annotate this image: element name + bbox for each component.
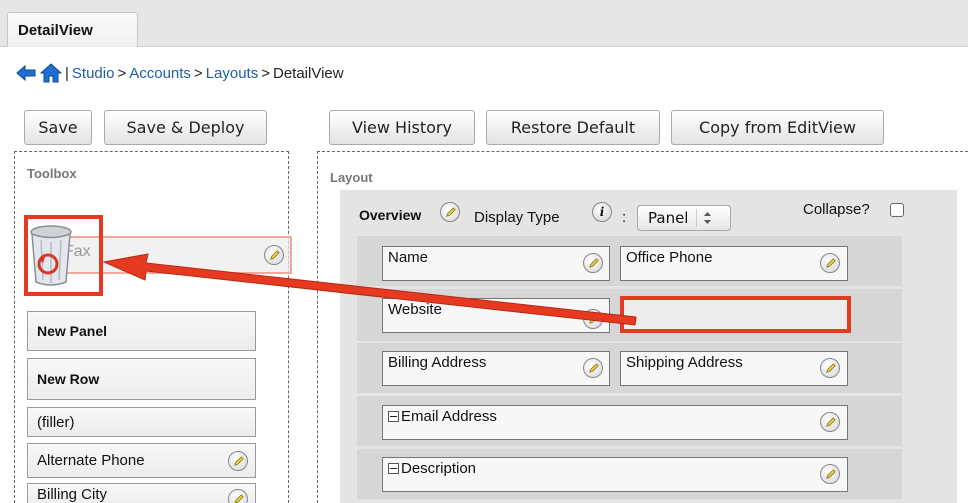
breadcrumb-layouts[interactable]: Layouts bbox=[206, 65, 259, 82]
toolbox-item[interactable]: Billing City bbox=[27, 483, 256, 503]
display-type-label: Display Type bbox=[474, 209, 560, 226]
copy-from-editview-button[interactable]: Copy from EditView bbox=[671, 110, 884, 145]
field-shipping-address[interactable]: Shipping Address bbox=[620, 351, 848, 386]
pencil-icon[interactable] bbox=[820, 412, 840, 432]
collapse-label: Collapse? bbox=[803, 201, 870, 218]
breadcrumb-sep: > bbox=[193, 64, 203, 82]
field-email-address[interactable]: Email Address bbox=[382, 405, 848, 440]
breadcrumb: | Studio > Accounts > Layouts > DetailVi… bbox=[15, 60, 344, 86]
pencil-icon[interactable] bbox=[820, 464, 840, 484]
pencil-icon[interactable] bbox=[820, 253, 840, 273]
breadcrumb-sep: > bbox=[117, 64, 127, 82]
field-name[interactable]: Name bbox=[382, 246, 610, 281]
display-type-colon: : bbox=[622, 209, 627, 226]
back-arrow-icon[interactable] bbox=[15, 64, 37, 82]
toolbox-title: Toolbox bbox=[27, 166, 77, 181]
home-separator: | bbox=[65, 64, 69, 82]
pencil-icon[interactable] bbox=[228, 489, 248, 503]
collapse-checkbox[interactable] bbox=[890, 203, 904, 217]
display-type-select[interactable]: Panel bbox=[637, 205, 731, 231]
pencil-icon[interactable] bbox=[440, 202, 460, 222]
toolbox-item-label: Billing City bbox=[37, 486, 108, 503]
tab-detailview[interactable]: DetailView bbox=[7, 12, 138, 47]
panel-name: Overview bbox=[359, 207, 422, 223]
breadcrumb-accounts[interactable]: Accounts bbox=[129, 65, 191, 82]
toolbox-item-label: Alternate Phone bbox=[37, 452, 145, 469]
layout-title: Layout bbox=[330, 170, 373, 185]
pencil-icon[interactable] bbox=[820, 358, 840, 378]
breadcrumb-current: DetailView bbox=[273, 64, 344, 82]
field-office-phone[interactable]: Office Phone bbox=[620, 246, 848, 281]
field-label: Office Phone bbox=[626, 249, 713, 266]
save-button[interactable]: Save bbox=[24, 110, 92, 145]
info-icon[interactable]: i bbox=[592, 202, 612, 222]
empty-field-slot[interactable] bbox=[620, 296, 851, 333]
home-icon[interactable] bbox=[40, 63, 62, 83]
display-type-value: Panel bbox=[648, 209, 689, 227]
pencil-icon[interactable] bbox=[583, 253, 603, 273]
pencil-icon[interactable] bbox=[228, 451, 248, 471]
tab-label: DetailView bbox=[18, 22, 93, 39]
field-label: Shipping Address bbox=[626, 354, 743, 371]
field-website[interactable]: Website bbox=[382, 298, 610, 333]
field-billing-address[interactable]: Billing Address bbox=[382, 351, 610, 386]
field-label: Description bbox=[401, 460, 477, 477]
field-description[interactable]: Description bbox=[382, 457, 848, 492]
trash-icon[interactable] bbox=[28, 224, 74, 293]
toolbox-item[interactable]: New Panel bbox=[27, 311, 256, 351]
toolbox-item[interactable]: New Row bbox=[27, 358, 256, 400]
restore-default-button[interactable]: Restore Default bbox=[486, 110, 660, 145]
breadcrumb-studio[interactable]: Studio bbox=[72, 65, 115, 82]
tab-bar bbox=[0, 0, 968, 47]
toolbox-item[interactable]: (filler) bbox=[27, 407, 256, 437]
pencil-icon[interactable] bbox=[264, 245, 284, 265]
field-label: Name bbox=[388, 249, 429, 266]
select-arrows-icon bbox=[696, 209, 712, 227]
pencil-icon[interactable] bbox=[583, 309, 603, 329]
breadcrumb-sep: > bbox=[261, 64, 270, 82]
toolbox-item[interactable]: Alternate Phone bbox=[27, 443, 256, 478]
collapse-minus-icon[interactable] bbox=[388, 411, 399, 422]
pencil-icon[interactable] bbox=[583, 358, 603, 378]
field-label: Website bbox=[388, 301, 442, 318]
save-deploy-button[interactable]: Save & Deploy bbox=[104, 110, 267, 145]
collapse-minus-icon[interactable] bbox=[388, 463, 399, 474]
view-history-button[interactable]: View History bbox=[329, 110, 475, 145]
field-label: Email Address bbox=[401, 408, 497, 425]
field-label: Billing Address bbox=[388, 354, 487, 371]
